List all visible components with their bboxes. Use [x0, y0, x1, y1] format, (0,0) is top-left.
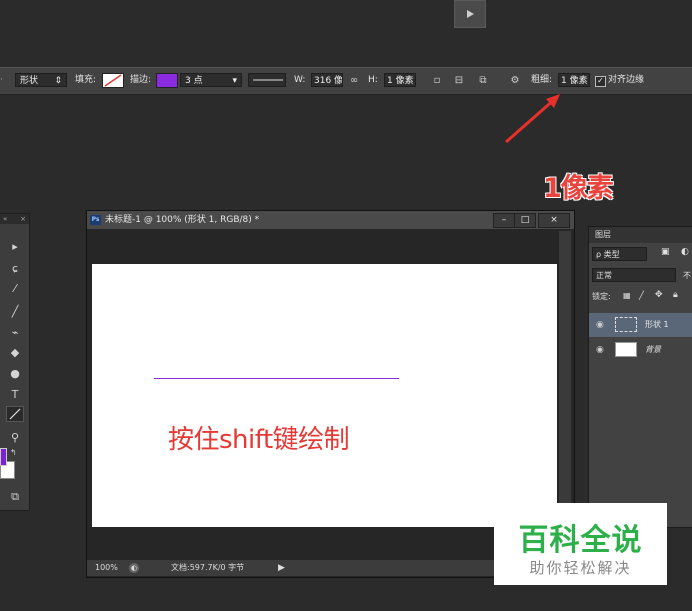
link-icon[interactable]: ∞ — [347, 73, 361, 87]
canvas-instruction-text: 按住shift键绘制 — [168, 425, 350, 455]
layer-name: 形状 1 — [645, 320, 669, 329]
layer-name: 背景 — [645, 345, 661, 354]
stroke-line-icon — [253, 79, 283, 81]
gear-icon[interactable]: ⚙ — [508, 73, 522, 87]
lock-position-icon[interactable]: ✥ — [655, 290, 663, 300]
paint-bucket-icon[interactable]: ◆ — [6, 344, 24, 360]
layers-panel: 图层 ρ 类型 ▣ ◐ 正常 不 锁定: ▦ ╱ ✥ 🔒︎ ◉ 形状 1 ◉ 背… — [588, 226, 692, 528]
document-title: 未标题-1 @ 100% (形状 1, RGB/8) * — [105, 215, 260, 225]
type-icon[interactable]: T — [6, 386, 24, 402]
close-icon[interactable]: × — [20, 214, 26, 224]
layer-row[interactable]: ◉ 背景 — [589, 338, 692, 362]
lock-pixels-icon[interactable]: ╱ — [639, 291, 644, 300]
watermark-title: 百科全说 — [518, 523, 643, 558]
lock-label: 锁定: — [592, 292, 611, 301]
stroke-type-select[interactable] — [248, 73, 286, 87]
minimize-button[interactable]: – — [493, 213, 515, 228]
screen-mode-icon[interactable]: ⧉ — [6, 489, 24, 505]
clone-stamp-icon[interactable]: ⌁ — [6, 324, 24, 340]
watermark-logo: 百科全说 助你轻松解决 — [494, 503, 667, 585]
updown-icon: ⇕ — [54, 76, 62, 86]
tool-mode-label: 形状 — [20, 76, 39, 86]
background-layer-thumbnail — [615, 342, 637, 357]
maximize-button[interactable]: □ — [514, 213, 536, 228]
width-label: W: — [294, 75, 306, 85]
watermark-subtitle: 助你轻松解决 — [529, 559, 632, 577]
eye-icon[interactable]: ◉ — [596, 313, 604, 337]
foreground-color-swatch[interactable] — [0, 448, 7, 466]
blend-mode-select[interactable]: 正常 — [592, 268, 676, 282]
tool-mode-select[interactable]: 形状 ⇕ — [15, 73, 67, 87]
eyedropper-icon[interactable]: ⁄ — [6, 280, 24, 296]
document-size: 文档:597.7K/0 字节 — [171, 563, 245, 572]
drawn-line[interactable] — [154, 378, 399, 379]
move-icon[interactable]: ▸ — [6, 238, 24, 254]
opacity-label: 不 — [683, 271, 691, 280]
canvas[interactable]: 按住shift键绘制 — [92, 264, 557, 527]
dodge-icon[interactable]: ● — [6, 365, 24, 381]
stroke-swatch[interactable] — [156, 73, 178, 88]
line-icon[interactable] — [6, 406, 24, 422]
eye-icon[interactable]: ◉ — [596, 338, 604, 362]
fill-swatch[interactable] — [102, 73, 124, 88]
fill-label: 填充: — [75, 75, 97, 85]
ps-badge: Ps — [90, 215, 101, 225]
align-edges-label: 对齐边缘 — [608, 75, 645, 85]
lock-all-icon[interactable]: 🔒︎ — [673, 290, 678, 300]
no-fill-icon — [104, 74, 122, 87]
stroke-size-select[interactable]: 3 点 ▾ — [180, 73, 242, 87]
weight-input[interactable]: 1 像素 — [558, 73, 590, 87]
stroke-size-value: 3 点 — [185, 76, 203, 86]
play-icon — [467, 10, 474, 18]
height-label: H: — [368, 75, 378, 85]
lasso-icon[interactable]: ɕ — [6, 260, 24, 276]
zoom-icon[interactable]: ⚲ — [6, 429, 24, 445]
options-bar-grip: · — [0, 75, 3, 85]
close-button[interactable]: × — [538, 213, 570, 228]
width-input[interactable]: 316 像 — [311, 73, 343, 87]
weight-label: 粗细: — [531, 75, 553, 85]
document-titlebar[interactable]: Ps 未标题-1 @ 100% (形状 1, RGB/8) * – □ × — [87, 211, 574, 229]
swap-colors-icon[interactable]: ↰ — [10, 448, 17, 457]
height-input[interactable]: 1 像素 — [384, 73, 416, 87]
brush-icon[interactable]: ╱ — [6, 303, 24, 319]
dropdown-icon: ▾ — [232, 76, 237, 86]
status-info-icon[interactable]: ◐ — [129, 563, 139, 573]
shape-layer-thumbnail — [615, 317, 637, 332]
status-menu-arrow-icon[interactable]: ▶ — [278, 560, 285, 576]
path-align-icon[interactable]: ⊟ — [452, 73, 466, 87]
toolbox-header: «× — [0, 214, 29, 224]
play-button[interactable] — [454, 0, 486, 28]
image-filter-icon[interactable]: ▣ — [661, 247, 670, 257]
path-ops-icon[interactable]: ▫ — [430, 73, 444, 87]
layer-row[interactable]: ◉ 形状 1 — [589, 313, 692, 337]
annotation-label: 1像素 — [543, 173, 614, 204]
layers-tab[interactable]: 图层 — [589, 227, 692, 243]
lock-transparent-icon[interactable]: ▦ — [623, 291, 631, 300]
stroke-label: 描边: — [130, 75, 152, 85]
path-arrange-icon[interactable]: ⧉ — [476, 73, 490, 87]
zoom-level[interactable]: 100% — [95, 560, 118, 576]
collapse-icon[interactable]: « — [3, 214, 7, 224]
align-edges-checkbox[interactable]: ✓ — [595, 76, 606, 87]
options-bar: · 形状 ⇕ 填充: 描边: 3 点 ▾ W: 316 像 ∞ H: 1 像素 … — [0, 67, 692, 95]
annotation-arrow — [505, 94, 560, 144]
adjustment-filter-icon[interactable]: ◐ — [681, 247, 689, 257]
layer-filter-select[interactable]: ρ 类型 — [592, 247, 647, 261]
